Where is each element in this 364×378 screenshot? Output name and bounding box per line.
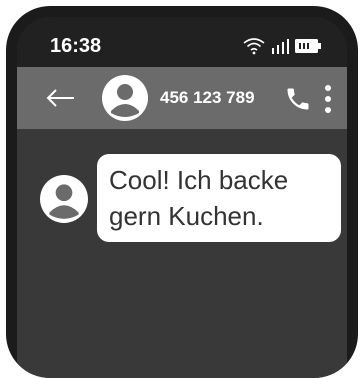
phone-icon xyxy=(287,88,309,110)
back-button[interactable] xyxy=(45,85,77,111)
status-icons xyxy=(243,36,321,56)
arrow-left-icon xyxy=(46,89,74,107)
contact-number[interactable]: 456 123 789 xyxy=(160,88,255,108)
phone-frame: 16:38 456 123 789 Cool! Ich backe gern K… xyxy=(6,6,358,378)
message-text: Cool! Ich backe gern Kuchen. xyxy=(109,165,289,231)
message-row: Cool! Ich backe gern Kuchen. xyxy=(17,153,347,253)
chat-app-bar: 456 123 789 xyxy=(17,67,347,129)
signal-icon xyxy=(272,39,289,54)
phone-screen: 16:38 456 123 789 Cool! Ich backe gern K… xyxy=(17,17,347,378)
message-bubble[interactable]: Cool! Ich backe gern Kuchen. xyxy=(97,154,341,242)
person-icon xyxy=(40,175,88,223)
more-options-button[interactable] xyxy=(321,83,335,115)
sender-avatar xyxy=(40,175,88,223)
contact-avatar[interactable] xyxy=(102,75,148,121)
call-button[interactable] xyxy=(284,85,312,113)
status-bar: 16:38 xyxy=(17,17,347,67)
person-icon xyxy=(102,75,148,121)
more-vertical-icon xyxy=(325,85,331,113)
wifi-icon xyxy=(243,38,265,55)
battery-icon xyxy=(295,39,321,53)
status-time: 16:38 xyxy=(50,35,102,57)
